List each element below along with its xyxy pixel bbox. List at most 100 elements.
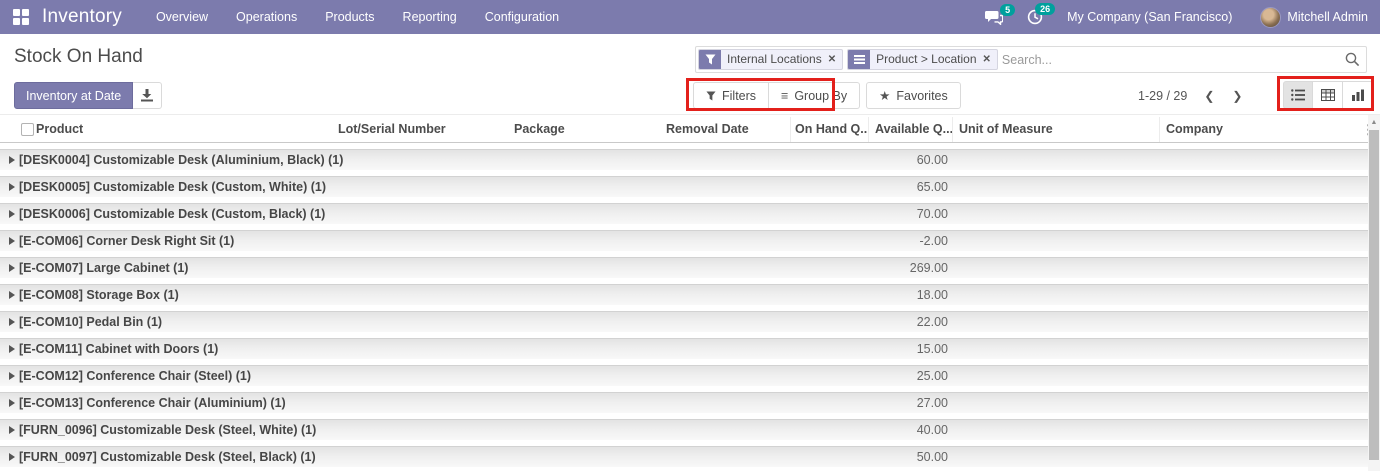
user-avatar[interactable] <box>1260 6 1282 28</box>
group-by-button[interactable]: ≡ Group By <box>769 82 861 109</box>
filter-icon <box>706 90 716 101</box>
group-by-label: Group By <box>794 88 848 103</box>
nav-item-overview[interactable]: Overview <box>142 0 222 34</box>
app-title[interactable]: Inventory <box>42 6 122 28</box>
group-row[interactable]: [E-COM07] Large Cabinet (1) 269.00 <box>0 257 1368 278</box>
expand-caret-icon <box>9 426 15 434</box>
list-view-button[interactable] <box>1283 81 1313 109</box>
group-row-label: [E-COM13] Conference Chair (Aluminium) (… <box>19 396 286 410</box>
vertical-scrollbar[interactable]: ▲ <box>1368 115 1380 471</box>
column-header-on-hand-qty[interactable]: On Hand Q... <box>790 117 868 142</box>
group-row[interactable]: [E-COM12] Conference Chair (Steel) (1) 2… <box>0 365 1368 386</box>
group-row-qty: -2.00 <box>919 234 949 248</box>
activities-badge: 26 <box>1035 3 1056 15</box>
group-row[interactable]: [E-COM10] Pedal Bin (1) 22.00 <box>0 311 1368 332</box>
systray: 5 26 My Company (San Francisco) Mitchell… <box>985 3 1380 28</box>
group-row[interactable]: [E-COM11] Cabinet with Doors (1) 15.00 <box>0 338 1368 359</box>
group-row-qty: 25.00 <box>916 369 948 383</box>
pager-range: 1-29 / 29 <box>1138 88 1188 103</box>
group-row-qty: 40.00 <box>916 423 948 437</box>
group-row-qty: 18.00 <box>916 288 948 302</box>
group-row-label: [E-COM12] Conference Chair (Steel) (1) <box>19 369 251 383</box>
view-switcher <box>1283 81 1373 109</box>
messages-icon[interactable]: 5 <box>985 3 1016 25</box>
pivot-icon <box>1320 89 1335 101</box>
column-header-lot-serial[interactable]: Lot/Serial Number <box>332 117 508 142</box>
column-header-removal-date[interactable]: Removal Date <box>660 117 790 142</box>
column-header-package[interactable]: Package <box>508 117 660 142</box>
company-switcher[interactable]: My Company (San Francisco) <box>1067 10 1232 24</box>
column-header-available-qty[interactable]: Available Q... <box>868 117 952 142</box>
expand-caret-icon <box>9 237 15 245</box>
facet-remove-icon[interactable]: ✕ <box>828 50 842 69</box>
group-row[interactable]: [E-COM08] Storage Box (1) 18.00 <box>0 284 1368 305</box>
action-buttons: Inventory at Date <box>14 82 163 109</box>
group-row-label: [DESK0006] Customizable Desk (Custom, Bl… <box>19 207 326 221</box>
group-row[interactable]: [FURN_0096] Customizable Desk (Steel, Wh… <box>0 419 1368 440</box>
expand-caret-icon <box>9 372 15 380</box>
optional-columns-cell: ⋮ <box>1356 117 1368 142</box>
group-row-qty: 15.00 <box>916 342 948 356</box>
group-rows: [DESK0004] Customizable Desk (Aluminium,… <box>0 143 1368 467</box>
filters-button[interactable]: Filters <box>693 82 770 109</box>
group-row-label: [E-COM11] Cabinet with Doors (1) <box>19 342 219 356</box>
messages-badge: 5 <box>1000 3 1016 16</box>
list-header: Product Lot/Serial Number Package Remova… <box>0 117 1368 143</box>
download-icon <box>141 89 154 102</box>
pivot-view-button[interactable] <box>1313 81 1343 109</box>
group-row-label: [E-COM10] Pedal Bin (1) <box>19 315 163 329</box>
group-row[interactable]: [DESK0005] Customizable Desk (Custom, Wh… <box>0 176 1368 197</box>
pager-previous-icon[interactable]: ❮ <box>1195 89 1223 103</box>
scrollbar-thumb[interactable] <box>1369 130 1379 460</box>
group-row-qty: 50.00 <box>916 450 948 464</box>
favorites-label: Favorites <box>896 88 948 103</box>
expand-caret-icon <box>9 264 15 272</box>
facet-product-location[interactable]: Product > Location ✕ <box>847 49 998 70</box>
group-row[interactable]: [DESK0004] Customizable Desk (Aluminium,… <box>0 149 1368 170</box>
group-row[interactable]: [E-COM13] Conference Chair (Aluminium) (… <box>0 392 1368 413</box>
search-input[interactable] <box>1001 52 1345 67</box>
group-row[interactable]: [FURN_0097] Customizable Desk (Steel, Bl… <box>0 446 1368 467</box>
expand-caret-icon <box>9 345 15 353</box>
column-header-product[interactable]: Product <box>36 117 332 142</box>
nav-item-reporting[interactable]: Reporting <box>389 0 471 34</box>
group-row-qty: 22.00 <box>916 315 948 329</box>
apps-grid-icon[interactable] <box>13 9 29 25</box>
inventory-at-date-button[interactable]: Inventory at Date <box>14 82 134 109</box>
scroll-up-icon[interactable]: ▲ <box>1369 117 1379 127</box>
select-all-checkbox[interactable] <box>21 123 34 136</box>
bar-chart-icon <box>1351 89 1364 101</box>
group-row-label: [DESK0004] Customizable Desk (Aluminium,… <box>19 153 344 167</box>
facet-label: Product > Location <box>876 52 977 66</box>
group-row-qty: 269.00 <box>909 261 948 275</box>
export-download-button[interactable] <box>133 82 163 109</box>
group-row[interactable]: [DESK0006] Customizable Desk (Custom, Bl… <box>0 203 1368 224</box>
facet-remove-icon[interactable]: ✕ <box>983 50 997 69</box>
column-header-company[interactable]: Company <box>1159 117 1356 142</box>
column-header-unit-of-measure[interactable]: Unit of Measure <box>952 117 1159 142</box>
expand-caret-icon <box>9 210 15 218</box>
expand-caret-icon <box>9 291 15 299</box>
facet-internal-locations[interactable]: Internal Locations ✕ <box>698 49 844 70</box>
nav-menu: Overview Operations Products Reporting C… <box>142 0 573 34</box>
nav-item-configuration[interactable]: Configuration <box>471 0 573 34</box>
activities-icon[interactable]: 26 <box>1027 3 1056 25</box>
group-row[interactable]: [E-COM06] Corner Desk Right Sit (1) -2.0… <box>0 230 1368 251</box>
pager-next-icon[interactable]: ❯ <box>1223 89 1251 103</box>
nav-item-operations[interactable]: Operations <box>222 0 311 34</box>
user-menu[interactable]: Mitchell Admin <box>1287 10 1368 24</box>
search-icon[interactable] <box>1345 52 1360 67</box>
group-row-label: [FURN_0097] Customizable Desk (Steel, Bl… <box>19 450 316 464</box>
search-options: Filters ≡ Group By ★ Favorites <box>693 82 961 109</box>
panel-divider <box>0 114 1380 115</box>
graph-view-button[interactable] <box>1343 81 1373 109</box>
filter-icon <box>699 50 721 69</box>
group-row-label: [E-COM08] Storage Box (1) <box>19 288 179 302</box>
nav-item-products[interactable]: Products <box>311 0 388 34</box>
favorites-button[interactable]: ★ Favorites <box>866 82 961 109</box>
expand-caret-icon <box>9 156 15 164</box>
group-row-label: [DESK0005] Customizable Desk (Custom, Wh… <box>19 180 326 194</box>
top-navbar: Inventory Overview Operations Products R… <box>0 0 1380 34</box>
expand-caret-icon <box>9 399 15 407</box>
group-row-qty: 60.00 <box>916 153 948 167</box>
